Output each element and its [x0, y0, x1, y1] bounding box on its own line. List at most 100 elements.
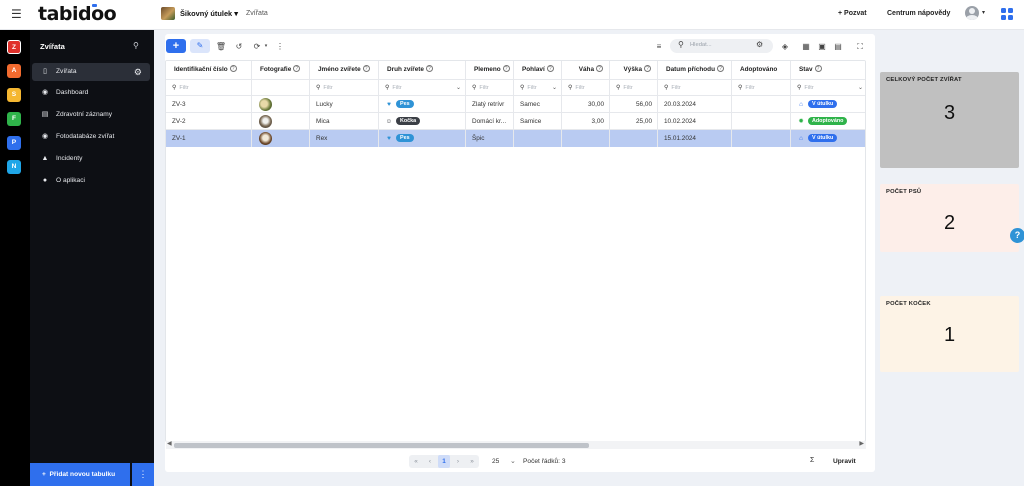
cell-height[interactable]: 25,00 — [610, 113, 658, 130]
delete-icon[interactable]: 🗑 — [215, 40, 227, 53]
cell-weight[interactable] — [562, 130, 610, 147]
column-header-status[interactable]: Stav? — [791, 61, 865, 79]
filter-input-sex[interactable]: ⚲ Filtr ⌄ — [514, 79, 562, 95]
cell-status[interactable]: ⌂ V útulku — [791, 96, 865, 113]
scroll-left-icon[interactable]: ◀ — [167, 440, 172, 447]
rail-app-s[interactable]: S — [7, 88, 21, 102]
cell-name[interactable]: Mica — [310, 113, 379, 130]
cell-sex[interactable] — [514, 130, 562, 147]
chevron-down-icon[interactable]: ⌄ — [510, 457, 516, 465]
column-header-height[interactable]: Výška? — [610, 61, 658, 79]
grid-view-icon[interactable]: ▦ — [800, 40, 812, 53]
invite-button[interactable]: + Pozvat — [838, 10, 867, 17]
cell-height[interactable] — [610, 130, 658, 147]
chevron-down-icon[interactable]: ⌄ — [552, 80, 557, 95]
column-header-breed[interactable]: Plemeno? — [466, 61, 514, 79]
cell-status[interactable]: ✹ Adoptováno — [791, 113, 865, 130]
filter-input-name[interactable]: ⚲ Filtr — [310, 79, 379, 95]
scrollbar-thumb[interactable] — [174, 443, 589, 448]
cell-adopted[interactable] — [732, 113, 791, 130]
filter-input-height[interactable]: ⚲ Filtr — [610, 79, 658, 95]
table-row[interactable]: ZV-3 Lucky ♥ Pes Zlatý retrívr Samec 30,0… — [166, 95, 865, 113]
first-page-icon[interactable]: « — [410, 455, 422, 468]
previous-page-icon[interactable]: ‹ — [424, 455, 436, 468]
help-icon[interactable]: ? — [596, 65, 603, 72]
app-logo[interactable]: tabidoo — [38, 2, 117, 26]
help-icon[interactable]: ? — [229, 65, 237, 72]
sidebar-item-fotodatabaze[interactable]: ◉ Fotodatabáze zvířat — [32, 128, 150, 146]
sigma-icon[interactable]: Σ — [810, 457, 814, 464]
more-vertical-icon[interactable]: ⋮ — [276, 40, 284, 53]
help-icon[interactable]: ? — [293, 65, 301, 72]
pet-photo[interactable] — [259, 132, 272, 145]
help-icon[interactable]: ? — [362, 65, 370, 72]
cell-species[interactable]: ♥ Pes — [379, 96, 466, 113]
filter-input-species[interactable]: ⚲ Filtr ⌄ — [379, 79, 466, 95]
cell-breed[interactable]: Špic — [466, 130, 514, 147]
cell-id[interactable]: ZV-1 — [166, 130, 252, 147]
filter-input-arrival[interactable]: ⚲ Filtr — [658, 79, 732, 95]
table-search[interactable]: ⚲ Hledat... ⚙ — [670, 39, 773, 53]
workspace-selector[interactable]: Šikovný útulek ▾ — [180, 9, 238, 18]
filter-icon[interactable]: ≡ — [653, 40, 665, 53]
column-header-id[interactable]: Identifikační číslo? — [166, 61, 252, 79]
column-header-arrival[interactable]: Datum příchodu? — [658, 61, 732, 79]
sidebar-item-zvirata[interactable]: ▯ Zvířata ⚙ — [32, 63, 150, 81]
cell-name[interactable]: Lucky — [310, 96, 379, 113]
help-icon[interactable]: ? — [814, 65, 822, 72]
filter-input-adopted[interactable]: ⚲ Filtr — [732, 79, 791, 95]
help-icon[interactable]: ? — [1010, 228, 1024, 243]
cell-status[interactable]: ⌂ V útulku — [791, 130, 865, 147]
rail-app-n[interactable]: N — [7, 160, 21, 174]
cell-weight[interactable]: 3,00 — [562, 113, 610, 130]
cell-adopted[interactable] — [732, 96, 791, 113]
column-header-species[interactable]: Druh zvířete? — [379, 61, 466, 79]
edit-button[interactable]: Upravit — [833, 458, 856, 465]
cell-breed[interactable]: Zlatý retrívr — [466, 96, 514, 113]
cell-adopted[interactable] — [732, 130, 791, 147]
help-icon[interactable]: ? — [717, 65, 724, 72]
page-size-select[interactable]: 25 — [492, 458, 499, 465]
cell-name[interactable]: Rex — [310, 130, 379, 147]
gear-icon[interactable]: ⚙ — [134, 63, 142, 81]
chevron-down-icon[interactable]: ⌄ — [456, 80, 461, 95]
help-icon[interactable]: ? — [425, 65, 433, 72]
search-settings-icon[interactable]: ⚙ — [756, 40, 763, 49]
cell-sex[interactable]: Samec — [514, 96, 562, 113]
current-page[interactable]: 1 — [438, 455, 450, 468]
rail-app-z[interactable]: Z — [7, 40, 21, 54]
help-icon[interactable]: ? — [502, 65, 510, 72]
cell-id[interactable]: ZV-2 — [166, 113, 252, 130]
fullscreen-icon[interactable]: ⛶ — [854, 40, 866, 53]
column-header-weight[interactable]: Váha? — [562, 61, 610, 79]
next-page-icon[interactable]: › — [452, 455, 464, 468]
apps-grid-icon[interactable] — [1001, 8, 1013, 20]
filter-input-breed[interactable]: ⚲ Filtr — [466, 79, 514, 95]
filter-input-weight[interactable]: ⚲ Filtr — [562, 79, 610, 95]
sidebar-item-zdravotni-zaznamy[interactable]: ▤ Zdravotní záznamy — [32, 106, 150, 124]
table-row[interactable]: ZV-2 Mica ☺ Kočka Domácí kr... Samice 3,0… — [166, 112, 865, 130]
refresh-icon[interactable]: ⟳ — [251, 40, 263, 53]
user-avatar[interactable] — [965, 6, 979, 20]
sidebar-item-incidenty[interactable]: ▲ Incidenty — [32, 150, 150, 168]
add-record-button[interactable]: + — [166, 39, 186, 53]
edit-mode-button[interactable]: ✎ — [190, 39, 210, 53]
sidebar-item-dashboard[interactable]: ◉ Dashboard — [32, 84, 150, 102]
rail-app-a[interactable]: A — [7, 64, 21, 78]
help-center-link[interactable]: Centrum nápovědy — [887, 10, 950, 17]
history-icon[interactable]: ↺ — [233, 40, 245, 53]
breadcrumb[interactable]: Zvířata — [246, 10, 268, 17]
cell-arrival[interactable]: 20.03.2024 — [658, 96, 732, 113]
column-header-name[interactable]: Jméno zvířete? — [310, 61, 379, 79]
workspace-thumbnail[interactable] — [161, 7, 175, 20]
cell-sex[interactable]: Samice — [514, 113, 562, 130]
last-page-icon[interactable]: » — [466, 455, 478, 468]
rail-app-f[interactable]: F — [7, 112, 21, 126]
filter-input-status[interactable]: ⚲ Filtr ⌄ — [791, 79, 865, 95]
cell-id[interactable]: ZV-3 — [166, 96, 252, 113]
scroll-right-icon[interactable]: ▶ — [859, 440, 864, 447]
hamburger-menu-icon[interactable]: ☰ — [11, 8, 22, 20]
filter-input-id[interactable]: ⚲ Filtr — [166, 79, 252, 95]
pet-photo[interactable] — [259, 115, 272, 128]
chevron-down-icon[interactable]: ▾ — [263, 40, 269, 53]
